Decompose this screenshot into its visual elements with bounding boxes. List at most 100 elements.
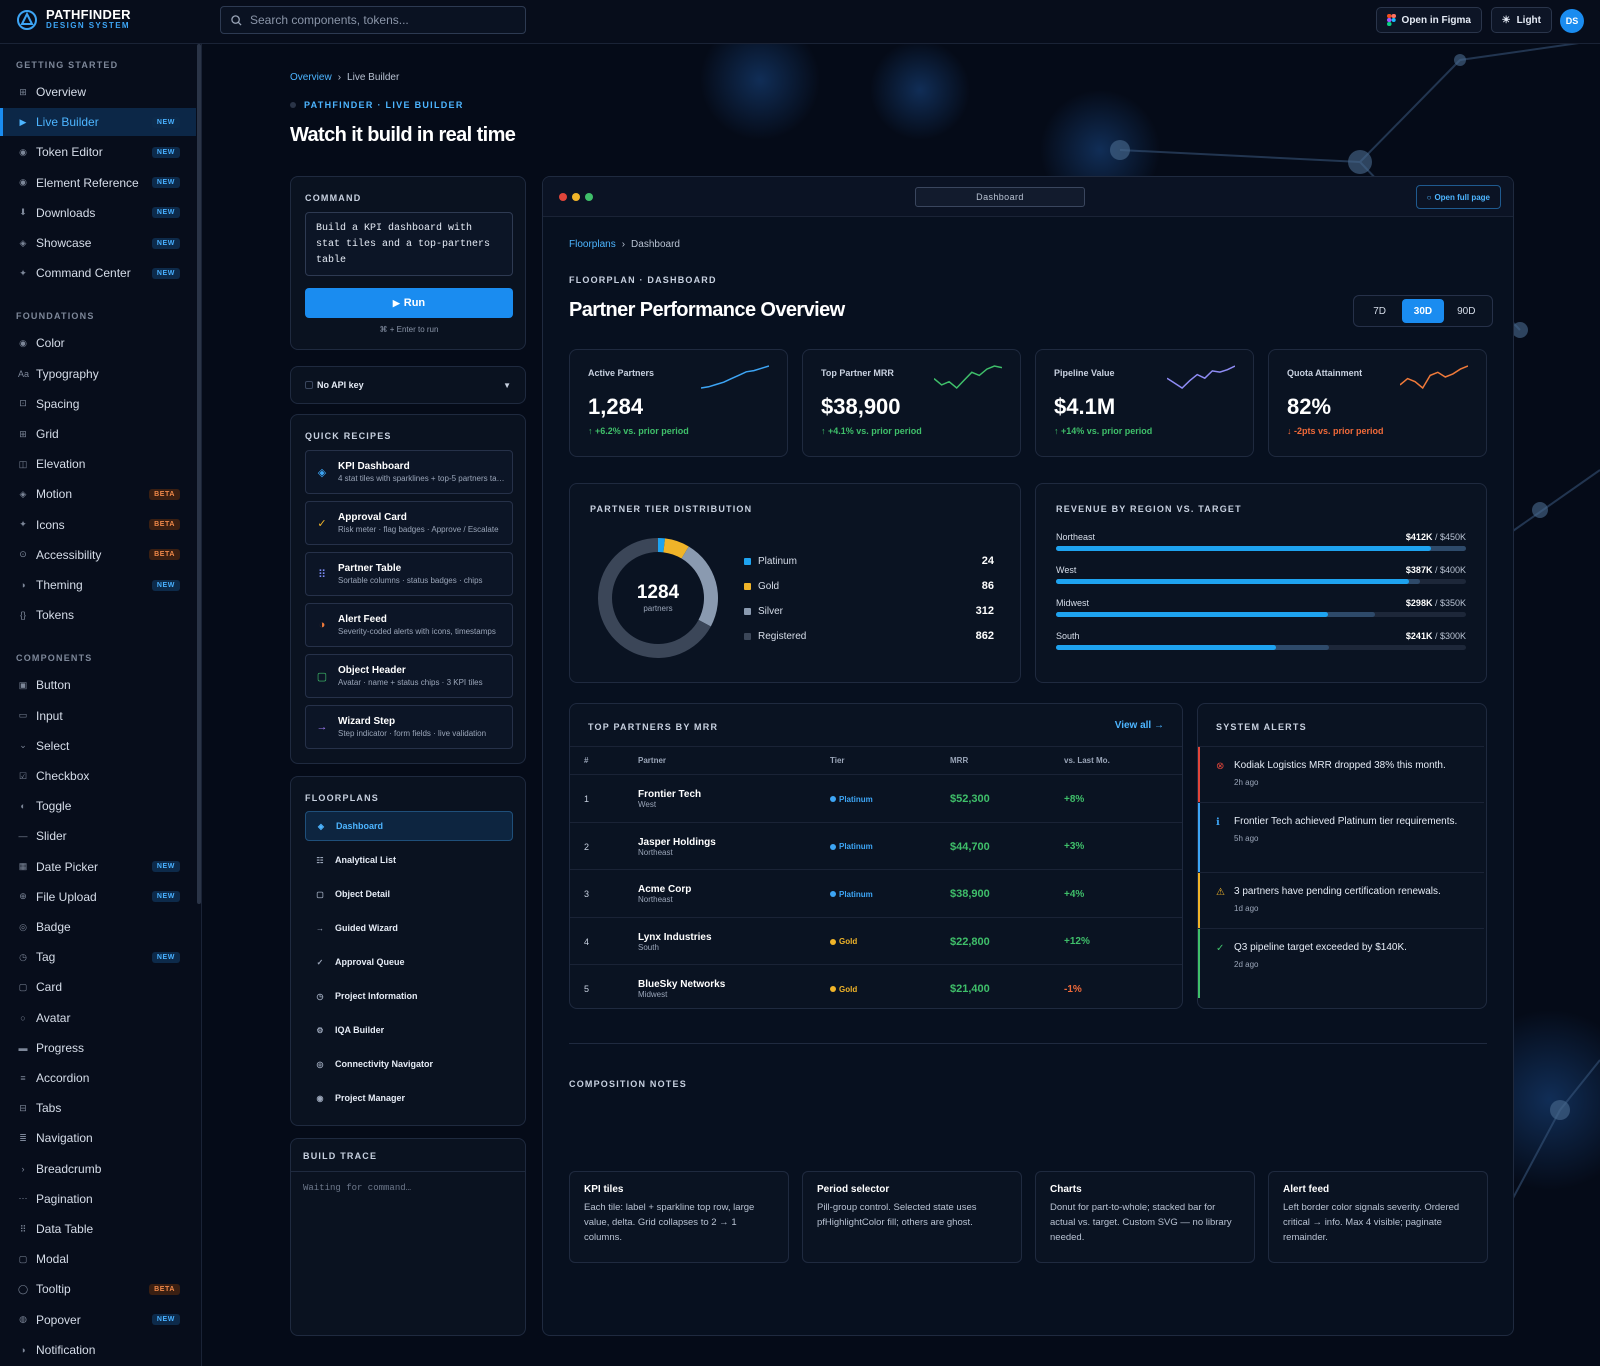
sidebar-item-overview[interactable]: ⊞ Overview xyxy=(0,78,196,106)
sidebar-item-accessibility[interactable]: ⊙ Accessibility BETA xyxy=(0,541,196,569)
sidebar-item-select[interactable]: ⌄ Select xyxy=(0,732,196,760)
recipe-alert-feed[interactable]: ◑ Alert Feed Severity-coded alerts with ic… xyxy=(305,603,513,647)
sidebar-item-card[interactable]: ▢ Card xyxy=(0,973,196,1001)
floorplan-connectivity-navigator[interactable]: ◎ Connectivity Navigator xyxy=(305,1049,513,1079)
floorplan-object-detail[interactable]: ▢ Object Detail xyxy=(305,879,513,909)
table-icon: ⠿ xyxy=(317,568,327,581)
search-input[interactable] xyxy=(250,13,500,27)
floorplan-approval-queue[interactable]: ✓ Approval Queue xyxy=(305,947,513,977)
alert-item-success[interactable]: ✓ Q3 pipeline target exceeded by $140K. 2… xyxy=(1198,928,1484,998)
sidebar-item-tokens[interactable]: {} Tokens xyxy=(0,601,196,629)
brand-logo[interactable]: PATHFINDER DESIGN SYSTEM xyxy=(16,8,131,31)
sidebar-item-date-picker[interactable]: ▦ Date Picker NEW xyxy=(0,853,196,881)
recipe-kpi-dashboard[interactable]: ◈ KPI Dashboard 4 stat tiles with sparklin… xyxy=(305,450,513,494)
api-key-select[interactable]: No API key ▼ xyxy=(290,366,526,404)
run-button[interactable]: ▶ Run xyxy=(305,288,513,318)
column-header[interactable]: Partner xyxy=(638,756,666,765)
user-avatar[interactable]: DS xyxy=(1560,9,1584,33)
recipe-object-header[interactable]: ▢ Object Header Avatar · name + status chi… xyxy=(305,654,513,698)
open-in-figma-button[interactable]: Open in Figma xyxy=(1375,7,1482,33)
column-header[interactable]: # xyxy=(584,756,588,765)
search-box[interactable] xyxy=(220,6,526,34)
column-header[interactable]: vs. Last Mo. xyxy=(1064,756,1110,765)
sidebar-item-theming[interactable]: ◑ Theming NEW xyxy=(0,571,196,599)
sidebar-scrollbar[interactable] xyxy=(197,44,201,904)
sidebar-item-button[interactable]: ▣ Button xyxy=(0,671,196,699)
table-row[interactable]: 5 BlueSky Networks Midwest Gold $21,400 -… xyxy=(570,964,1182,1012)
floorplans-link[interactable]: Floorplans xyxy=(569,239,616,250)
sidebar-item-motion[interactable]: ◈ Motion BETA xyxy=(0,480,196,508)
sidebar-item-checkbox[interactable]: ☑ Checkbox xyxy=(0,762,196,790)
recipe-partner-table[interactable]: ⠿ Partner Table Sortable columns · status … xyxy=(305,552,513,596)
sidebar-item-tabs[interactable]: ⊟ Tabs xyxy=(0,1094,196,1122)
recipe-wizard-step[interactable]: → Wizard Step Step indicator · form fields… xyxy=(305,705,513,749)
maximize-dot-icon[interactable] xyxy=(585,193,593,201)
floorplan-guided-wizard[interactable]: → Guided Wizard xyxy=(305,913,513,943)
column-header[interactable]: MRR xyxy=(950,756,968,765)
sidebar-item-pagination[interactable]: ⋯ Pagination xyxy=(0,1185,196,1213)
floorplan-dashboard[interactable]: ◈ Dashboard xyxy=(305,811,513,841)
command-textarea[interactable]: Build a KPI dashboard with stat tiles an… xyxy=(305,212,513,276)
sidebar-item-breadcrumb[interactable]: › Breadcrumb xyxy=(0,1155,196,1183)
sidebar-item-progress[interactable]: ▬ Progress xyxy=(0,1034,196,1062)
period-option-30d[interactable]: 30D xyxy=(1401,299,1444,323)
sidebar-item-typography[interactable]: Aa Typography xyxy=(0,360,196,388)
theme-toggle-button[interactable]: ☀ Light xyxy=(1490,7,1552,33)
open-full-page-button[interactable]: ○ Open full page xyxy=(1415,185,1501,209)
sidebar-item-data-table[interactable]: ⠿ Data Table xyxy=(0,1215,196,1243)
table-row[interactable]: 1 Frontier Tech West Platinum $52,300 +8% xyxy=(570,774,1182,822)
sidebar-item-modal[interactable]: ▢ Modal xyxy=(0,1245,196,1273)
period-option-7d[interactable]: 7D xyxy=(1359,299,1401,323)
sidebar-item-popover[interactable]: ◍ Popover NEW xyxy=(0,1306,196,1334)
alert-item-warning[interactable]: ⚠ 3 partners have pending certification … xyxy=(1198,872,1484,928)
table-row[interactable]: 4 Lynx Industries South Gold $22,800 +12% xyxy=(570,916,1182,965)
preview-url-bar[interactable]: Dashboard xyxy=(915,187,1085,207)
sidebar-item-label: Command Center xyxy=(36,266,131,281)
floorplan-project-information[interactable]: ◷ Project Information xyxy=(305,981,513,1011)
alert-item-critical[interactable]: ⊗ Kodiak Logistics MRR dropped 38% this … xyxy=(1198,746,1484,802)
recipe-approval-card[interactable]: ✓ Approval Card Risk meter · flag badges ·… xyxy=(305,501,513,545)
sidebar-item-label: Navigation xyxy=(36,1131,93,1146)
view-all-link[interactable]: View all → xyxy=(1115,720,1164,731)
alert-item-info[interactable]: ℹ Frontier Tech achieved Platinum tier r… xyxy=(1198,802,1484,872)
note-body: Donut for part-to-whole; stacked bar for… xyxy=(1050,1202,1232,1243)
sidebar-item-accordion[interactable]: ≡ Accordion xyxy=(0,1064,196,1092)
period-option-90d[interactable]: 90D xyxy=(1445,299,1487,323)
sidebar-item-spacing[interactable]: ⊡ Spacing xyxy=(0,390,196,418)
sidebar-item-input[interactable]: ▭ Input xyxy=(0,702,196,730)
kpi-delta: ↑ +4.1% vs. prior period xyxy=(821,426,922,436)
table-row[interactable]: 2 Jasper Holdings Northeast Platinum $44,… xyxy=(570,821,1182,870)
sidebar-item-downloads[interactable]: ⬇ Downloads NEW xyxy=(0,199,196,227)
sidebar-item-avatar[interactable]: ○ Avatar xyxy=(0,1004,196,1032)
sidebar-item-grid[interactable]: ⊞ Grid xyxy=(0,420,196,448)
sidebar-item-toggle[interactable]: ◐ Toggle xyxy=(0,792,196,820)
region-values: $387K / $400K xyxy=(1405,565,1466,575)
sidebar-item-live-builder[interactable]: ▶ Live Builder NEW xyxy=(0,108,196,137)
sidebar-item-color[interactable]: ◉ Color xyxy=(0,329,196,357)
floorplan-iqa-builder[interactable]: ⚙ IQA Builder xyxy=(305,1015,513,1045)
sidebar-item-notification[interactable]: ◑ Notification xyxy=(0,1336,196,1364)
sidebar-item-navigation[interactable]: ≣ Navigation xyxy=(0,1124,196,1152)
sidebar-item-tag[interactable]: ◷ Tag NEW xyxy=(0,943,196,971)
sidebar-item-showcase[interactable]: ◈ Showcase NEW xyxy=(0,229,196,257)
floorplan-analytical-list[interactable]: ☷ Analytical List xyxy=(305,845,513,875)
sidebar-item-element-reference[interactable]: ◉ Element Reference NEW xyxy=(0,169,196,197)
sidebar-item-badge[interactable]: ◎ Badge xyxy=(0,913,196,941)
dashboard-preview-window: Dashboard ○ Open full page Floorplans › D… xyxy=(542,176,1514,1336)
sidebar-item-icons[interactable]: ✦ Icons BETA xyxy=(0,511,196,539)
arrow-down-icon: ↓ xyxy=(1287,426,1292,436)
sidebar-item-command-center[interactable]: ✦ Command Center NEW xyxy=(0,259,196,287)
column-header[interactable]: Tier xyxy=(830,756,845,765)
close-dot-icon[interactable] xyxy=(559,193,567,201)
floorplan-project-manager[interactable]: ◉ Project Manager xyxy=(305,1083,513,1113)
sidebar-item-slider[interactable]: — Slider xyxy=(0,822,196,850)
sidebar-item-file-upload[interactable]: ⊕ File Upload NEW xyxy=(0,883,196,911)
sidebar-item-elevation[interactable]: ◫ Elevation xyxy=(0,450,196,478)
sidebar-item-tooltip[interactable]: ◯ Tooltip BETA xyxy=(0,1275,196,1303)
tier-badge: Platinum xyxy=(830,795,873,804)
minimize-dot-icon[interactable] xyxy=(572,193,580,201)
sidebar-item-token-editor[interactable]: ◉ Token Editor NEW xyxy=(0,138,196,166)
theme-label: Light xyxy=(1516,14,1541,26)
breadcrumb-overview-link[interactable]: Overview xyxy=(290,72,332,83)
table-row[interactable]: 3 Acme Corp Northeast Platinum $38,900 +4… xyxy=(570,869,1182,917)
